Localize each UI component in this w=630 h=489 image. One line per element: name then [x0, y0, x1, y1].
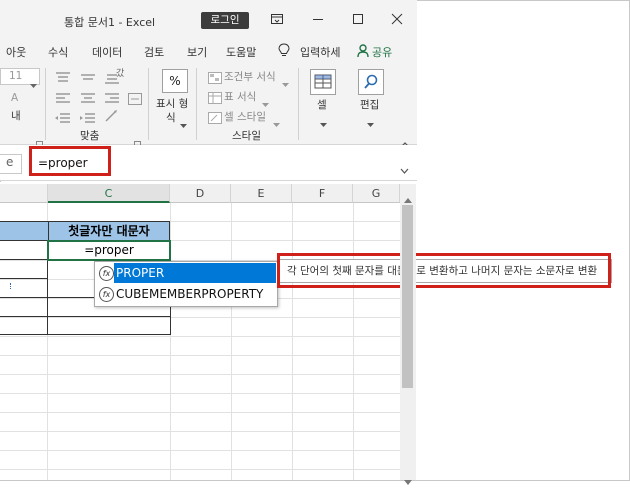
gridline [0, 412, 400, 413]
close-icon[interactable] [386, 8, 408, 30]
conditional-format-dropdown-icon[interactable] [282, 73, 289, 92]
menu-formulas[interactable]: 수식 [48, 44, 68, 60]
ribbon-separator [298, 68, 299, 140]
conditional-format-icon[interactable] [208, 69, 222, 88]
gridline [0, 374, 400, 375]
highlight-box-tooltip [277, 253, 611, 288]
maximize-icon[interactable] [347, 8, 369, 30]
align-top-icon[interactable] [55, 69, 71, 88]
gridline [0, 469, 400, 470]
gridline [0, 317, 400, 318]
table-border [0, 316, 171, 317]
gridline [0, 355, 400, 356]
merge-center-icon[interactable] [128, 90, 142, 109]
share-button[interactable]: 공유 [372, 44, 392, 60]
number-format-label-2[interactable]: 식 [166, 110, 176, 125]
column-header-e[interactable]: E [231, 184, 292, 203]
ribbon-display-icon[interactable] [266, 8, 288, 30]
ribbon-separator [196, 68, 197, 140]
autocomplete-label: PROPER [116, 266, 165, 280]
table-header-cell-b[interactable] [0, 221, 48, 241]
gridline [0, 393, 400, 394]
gridline [231, 203, 232, 480]
function-icon: fx [99, 266, 114, 281]
table-border [0, 278, 48, 279]
column-header-g[interactable]: G [353, 184, 400, 203]
gridline [0, 431, 400, 432]
editing-label[interactable]: 편집 [360, 97, 379, 112]
styles-group-label: 스타일 [232, 130, 261, 142]
table-format-icon[interactable] [208, 89, 222, 108]
orientation-icon[interactable] [104, 108, 120, 127]
column-header-partial[interactable] [0, 184, 48, 203]
name-box-value: e [6, 155, 14, 169]
autocomplete-item-cubememberproperty[interactable]: fx CUBEMEMBERPROPERTY [95, 284, 277, 305]
formula-expand-icon[interactable] [400, 159, 409, 178]
number-format-label[interactable]: 표시 형 [156, 96, 188, 111]
table-border [0, 334, 171, 335]
cell-fragment-mark [10, 283, 14, 289]
ribbon-separator [45, 68, 46, 140]
table-border [47, 297, 95, 298]
gridline [292, 203, 293, 480]
login-button[interactable]: 로그인 [201, 12, 249, 29]
align-middle-icon[interactable] [80, 69, 96, 88]
editing-dropdown-icon[interactable] [367, 113, 374, 132]
number-format-dropdown-icon[interactable] [180, 114, 187, 133]
menu-data[interactable]: 데이터 [92, 44, 122, 60]
share-person-icon[interactable] [357, 43, 369, 62]
scrollbar-thumb[interactable] [402, 205, 413, 388]
column-header-f[interactable]: F [292, 184, 353, 203]
cells-label[interactable]: 셀 [317, 97, 327, 112]
function-autocomplete-list: fx PROPER fx CUBEMEMBERPROPERTY [94, 261, 278, 307]
table-format-label[interactable]: 표 서식 [224, 89, 256, 104]
gridline [0, 450, 400, 451]
active-cell[interactable]: =proper [47, 240, 171, 261]
table-header-cell-c[interactable]: 첫글자만 대문자 [48, 221, 170, 241]
conditional-format-label[interactable]: 조건부 서식 [224, 69, 276, 84]
column-header-c[interactable]: C [48, 184, 170, 203]
decrease-indent-icon[interactable] [55, 110, 71, 129]
cells-icon[interactable] [310, 69, 336, 95]
ribbon-separator [148, 68, 149, 140]
font-size-value: 11 [9, 70, 23, 82]
menu-view[interactable]: 보기 [187, 44, 207, 60]
cell-style-icon[interactable] [208, 109, 222, 128]
font-grow-icon[interactable]: A [11, 92, 18, 104]
number-format-icon[interactable]: % [162, 69, 188, 93]
align-right-icon[interactable] [104, 90, 120, 109]
window-title: 통합 문서1 - Excel [64, 16, 156, 29]
autocomplete-item-proper[interactable]: fx PROPER [95, 263, 277, 284]
minimize-icon[interactable] [307, 8, 329, 30]
table-border [0, 259, 48, 260]
cells-dropdown-icon[interactable] [320, 113, 327, 132]
gridline [0, 336, 400, 337]
menu-review[interactable]: 검토 [144, 44, 164, 60]
scroll-down-icon[interactable] [404, 470, 412, 489]
menu-help[interactable]: 도움말 [226, 44, 256, 60]
wrap-text-label[interactable]: 갔 [116, 66, 124, 79]
indent-label[interactable]: 내 [11, 108, 21, 123]
function-icon: fx [99, 287, 114, 302]
align-center-icon[interactable] [80, 90, 96, 109]
menu-layout[interactable]: 아웃 [6, 44, 26, 60]
editing-search-icon[interactable] [358, 69, 384, 95]
font-size-dropdown-icon[interactable] [30, 74, 37, 93]
column-header-d[interactable]: D [170, 184, 231, 203]
lightbulb-icon[interactable] [278, 43, 290, 62]
cell-style-dropdown-icon[interactable] [273, 113, 280, 132]
highlight-box-formula [29, 146, 111, 176]
autocomplete-label: CUBEMEMBERPROPERTY [116, 287, 264, 301]
alignment-group-label: 맞춤 [80, 130, 100, 142]
tell-me-input[interactable]: 입력하세 [300, 44, 340, 60]
cell-style-label[interactable]: 셀 스타일 [224, 109, 266, 124]
align-left-icon[interactable] [55, 90, 71, 109]
increase-indent-icon[interactable] [80, 110, 96, 129]
gridline [353, 203, 354, 480]
table-border [0, 297, 48, 298]
